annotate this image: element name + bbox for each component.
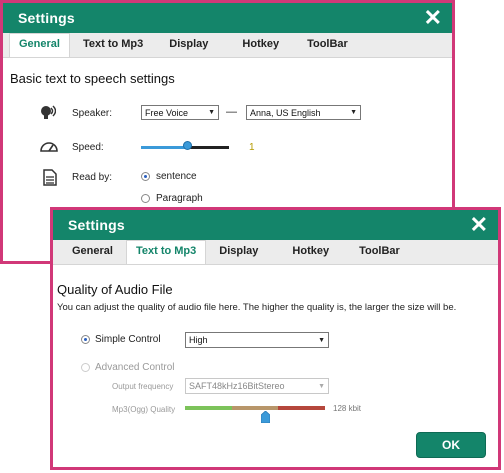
tab-display[interactable]: Display: [160, 34, 217, 57]
speaker-icon: [40, 104, 57, 123]
document-icon: [43, 169, 57, 189]
chevron-down-icon: ▼: [318, 336, 325, 344]
speaker-voice-select[interactable]: Anna, US English ▼: [246, 105, 361, 120]
tab-hotkey[interactable]: Hotkey: [233, 34, 288, 57]
tab-toolbar[interactable]: ToolBar: [350, 241, 409, 264]
speedometer-icon: [39, 139, 59, 156]
ok-button[interactable]: OK: [416, 432, 486, 458]
chevron-down-icon: ▼: [350, 109, 357, 116]
speed-slider[interactable]: [141, 141, 229, 153]
radio-simple-control[interactable]: [81, 335, 90, 344]
window-title: Settings: [18, 10, 75, 26]
mp3-quality-thumb[interactable]: [260, 410, 271, 424]
readby-option-sentence[interactable]: sentence: [141, 171, 197, 182]
tab-text-to-mp3[interactable]: Text to Mp3: [74, 34, 152, 57]
output-frequency-label: Output frequency: [112, 382, 174, 391]
mp3-quality-track-high: [278, 406, 325, 410]
tab-bar: General Text to Mp3 Display Hotkey ToolB…: [53, 240, 498, 265]
mp3-quality-track-mid: [232, 406, 278, 410]
chevron-down-icon: ▼: [208, 109, 215, 116]
tab-general[interactable]: General: [63, 241, 122, 264]
window-title: Settings: [68, 217, 125, 233]
close-icon[interactable]: ✕: [470, 214, 488, 236]
speed-value: 1: [249, 142, 255, 153]
output-frequency-select[interactable]: SAFT48kHz16BitStereo ▼: [185, 378, 329, 394]
tab-general[interactable]: General: [9, 33, 70, 57]
tab-bar: General Text to Mp3 Display Hotkey ToolB…: [3, 33, 452, 58]
mp3-quality-slider[interactable]: [185, 403, 325, 425]
speaker-separator: —: [226, 106, 237, 118]
title-bar: Settings ✕: [3, 3, 452, 33]
tab-toolbar[interactable]: ToolBar: [298, 34, 357, 57]
close-icon[interactable]: ✕: [424, 7, 442, 29]
speaker-engine-value: Free Voice: [145, 107, 189, 118]
mp3-quality-track-low: [185, 406, 232, 410]
title-bar: Settings ✕: [53, 210, 498, 240]
output-frequency-value: SAFT48kHz16BitStereo: [189, 381, 285, 391]
readby-label: Read by:: [72, 172, 113, 183]
section-description: You can adjust the quality of audio file…: [57, 302, 457, 313]
radio-advanced-control[interactable]: [81, 363, 90, 372]
radio-sentence[interactable]: [141, 172, 150, 181]
speed-label: Speed:: [72, 142, 104, 153]
simple-control-label: Simple Control: [95, 334, 161, 345]
speed-slider-track: [187, 146, 229, 149]
settings-window-text-to-mp3: Settings ✕ General Text to Mp3 Display H…: [50, 207, 501, 470]
section-heading: Basic text to speech settings: [10, 71, 175, 86]
radio-paragraph-label: Paragraph: [156, 193, 203, 204]
simple-control-value: High: [189, 335, 208, 345]
speaker-engine-select[interactable]: Free Voice ▼: [141, 105, 219, 120]
readby-option-paragraph[interactable]: Paragraph: [141, 193, 203, 204]
speed-slider-track-filled: [141, 146, 187, 149]
simple-control-option[interactable]: Simple Control: [81, 334, 161, 345]
radio-paragraph[interactable]: [141, 194, 150, 203]
advanced-control-label: Advanced Control: [95, 362, 175, 373]
speaker-label: Speaker:: [72, 108, 113, 119]
tab-hotkey[interactable]: Hotkey: [283, 241, 338, 264]
mp3-quality-label: Mp3(Ogg) Quality: [112, 405, 176, 414]
speaker-voice-value: Anna, US English: [250, 107, 321, 118]
section-heading: Quality of Audio File: [57, 282, 173, 297]
chevron-down-icon: ▼: [318, 382, 325, 390]
tab-display[interactable]: Display: [210, 241, 267, 264]
radio-sentence-label: sentence: [156, 171, 197, 182]
simple-control-select[interactable]: High ▼: [185, 332, 329, 348]
advanced-control-option[interactable]: Advanced Control: [81, 362, 175, 373]
speed-slider-thumb[interactable]: [183, 141, 192, 150]
tab-text-to-mp3[interactable]: Text to Mp3: [125, 240, 207, 264]
mp3-quality-value: 128 kbit: [333, 404, 362, 413]
